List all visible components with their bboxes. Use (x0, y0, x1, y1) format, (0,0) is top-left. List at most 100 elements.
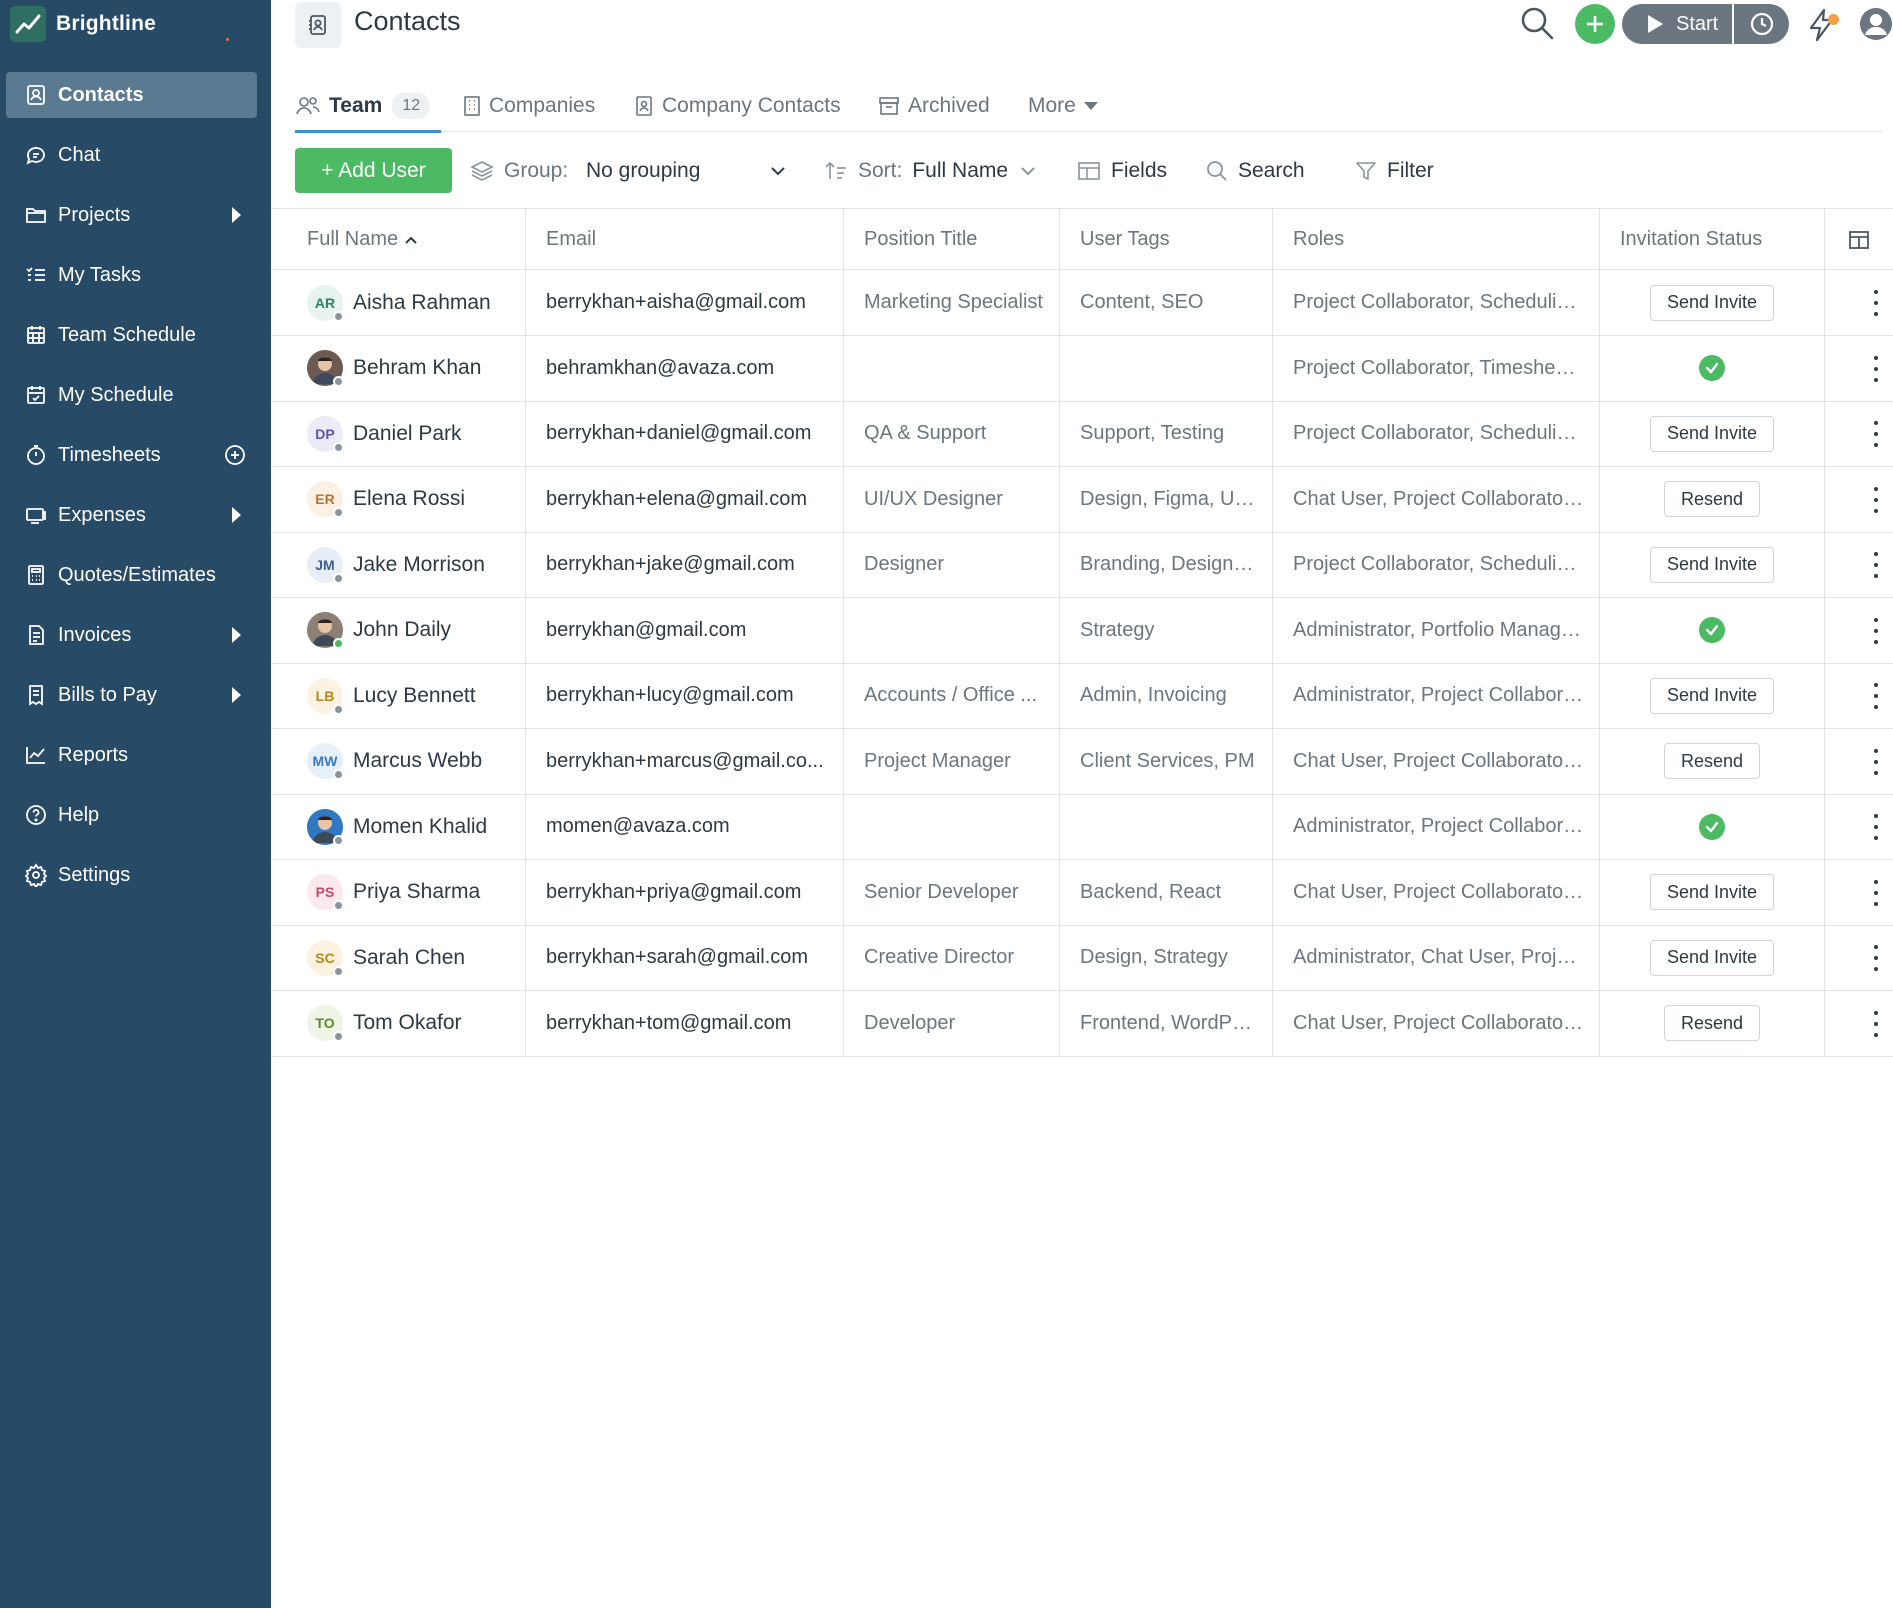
user-profile-icon[interactable] (1859, 6, 1893, 47)
chevron-right-icon[interactable] (232, 627, 241, 643)
group-select[interactable]: No grouping (576, 150, 796, 192)
tab-archived[interactable]: Archived (878, 80, 990, 132)
table-row[interactable]: JM Jake Morrison berrykhan+jake@gmail.com D… (271, 532, 1893, 598)
column-header-invitation-status[interactable]: Invitation Status (1600, 209, 1825, 270)
chevron-right-icon[interactable] (232, 207, 241, 223)
contact-name-link[interactable]: Priya Sharma (353, 880, 480, 904)
tab-company-contacts[interactable]: Company Contacts (634, 80, 841, 132)
global-search-icon[interactable] (1518, 4, 1556, 47)
table-row[interactable]: MW Marcus Webb berrykhan+marcus@gmail.co..… (271, 728, 1893, 795)
table-row[interactable]: TO Tom Okafor berrykhan+tom@gmail.com Devel… (271, 990, 1893, 1057)
email-text[interactable]: berrykhan+elena@gmail.com (546, 488, 807, 511)
resend-invite-button[interactable]: Resend (1663, 1005, 1761, 1041)
sidebar-item-bills-to-pay[interactable]: Bills to Pay (6, 672, 257, 718)
row-actions-kebab-icon[interactable] (1873, 617, 1879, 644)
table-row[interactable]: PS Priya Sharma berrykhan+priya@gmail.com S… (271, 859, 1893, 926)
send-invite-button[interactable]: Send Invite (1649, 415, 1775, 452)
email-text[interactable]: berrykhan+lucy@gmail.com (546, 684, 794, 707)
sidebar-item-my-schedule[interactable]: My Schedule (6, 372, 257, 418)
resend-invite-button[interactable]: Resend (1663, 481, 1761, 517)
sidebar-item-invoices[interactable]: Invoices (6, 612, 257, 658)
email-text[interactable]: berrykhan+priya@gmail.com (546, 881, 801, 904)
row-actions-kebab-icon[interactable] (1873, 552, 1879, 578)
send-invite-button[interactable]: Send Invite (1649, 546, 1775, 583)
table-row[interactable]: Behram Khan behramkhan@avaza.com Project C… (271, 335, 1893, 402)
contact-name-link[interactable]: Marcus Webb (353, 749, 482, 773)
chevron-right-icon[interactable] (232, 507, 241, 523)
contact-name-link[interactable]: Jake Morrison (353, 553, 485, 577)
sidebar-item-team-schedule[interactable]: Team Schedule (6, 312, 257, 358)
row-actions-kebab-icon[interactable] (1873, 486, 1879, 513)
email-text[interactable]: berrykhan+aisha@gmail.com (546, 291, 806, 314)
sidebar-item-reports[interactable]: Reports (6, 732, 257, 778)
contact-name-link[interactable]: Elena Rossi (353, 487, 465, 511)
row-actions-kebab-icon[interactable] (1873, 814, 1879, 840)
start-timer-button[interactable]: Start (1622, 4, 1732, 44)
email-text[interactable]: berrykhan@gmail.com (546, 619, 746, 642)
table-row[interactable]: AR Aisha Rahman berrykhan+aisha@gmail.com M… (271, 270, 1893, 336)
sidebar-item-contacts[interactable]: Contacts (6, 72, 257, 118)
table-row[interactable]: John Daily berrykhan@gmail.com Strategy Adm… (271, 597, 1893, 664)
sidebar-item-expenses[interactable]: Expenses (6, 492, 257, 538)
sidebar-item-my-tasks[interactable]: My Tasks (6, 252, 257, 298)
sidebar-item-timesheets[interactable]: Timesheets (6, 432, 257, 478)
email-text[interactable]: berrykhan+tom@gmail.com (546, 1012, 791, 1035)
column-header-position-title[interactable]: Position Title (844, 209, 1060, 270)
row-actions-kebab-icon[interactable] (1873, 748, 1879, 775)
sidebar-item-settings[interactable]: Settings (6, 852, 257, 898)
email-text[interactable]: berrykhan+jake@gmail.com (546, 553, 795, 576)
filter-button[interactable]: Filter (1355, 148, 1434, 193)
table-row[interactable]: LB Lucy Bennett berrykhan+lucy@gmail.com Ac… (271, 663, 1893, 729)
resend-invite-button[interactable]: Resend (1663, 743, 1761, 779)
row-actions-kebab-icon[interactable] (1873, 1010, 1879, 1037)
contact-name-link[interactable]: John Daily (353, 618, 451, 642)
chevron-right-icon[interactable] (232, 687, 241, 703)
row-actions-kebab-icon[interactable] (1873, 421, 1879, 447)
contact-name-link[interactable]: Tom Okafor (353, 1011, 462, 1035)
contact-name-link[interactable]: Behram Khan (353, 356, 481, 380)
row-actions-kebab-icon[interactable] (1873, 290, 1879, 316)
contact-name-link[interactable]: Momen Khalid (353, 815, 487, 839)
tab-more[interactable]: More (1020, 80, 1098, 132)
column-header-full-name[interactable]: Full Name (271, 209, 526, 270)
fields-button[interactable]: Fields (1077, 148, 1167, 193)
table-row[interactable]: SC Sarah Chen berrykhan+sarah@gmail.com Cre… (271, 925, 1893, 991)
brand[interactable]: Brightline (10, 4, 156, 44)
contact-name-link[interactable]: Daniel Park (353, 422, 462, 446)
send-invite-button[interactable]: Send Invite (1649, 939, 1775, 976)
table-row[interactable]: ER Elena Rossi berrykhan+elena@gmail.com UI… (271, 466, 1893, 533)
send-invite-button[interactable]: Send Invite (1649, 284, 1775, 321)
sort-control[interactable]: Sort: Full Name (824, 148, 1036, 193)
table-row[interactable]: DP Daniel Park berrykhan+daniel@gmail.com Q… (271, 401, 1893, 467)
email-text[interactable]: berrykhan+daniel@gmail.com (546, 422, 811, 445)
contact-name-link[interactable]: Lucy Bennett (353, 684, 476, 708)
column-header-roles[interactable]: Roles (1273, 209, 1600, 270)
contact-name-link[interactable]: Sarah Chen (353, 946, 465, 970)
email-text[interactable]: behramkhan@avaza.com (546, 357, 774, 380)
quick-add-button[interactable] (1575, 4, 1615, 44)
row-actions-kebab-icon[interactable] (1873, 879, 1879, 906)
table-row[interactable]: Momen Khalid momen@avaza.com Administrator… (271, 794, 1893, 860)
email-text[interactable]: berrykhan+marcus@gmail.co... (546, 750, 824, 773)
tab-companies[interactable]: Companies (463, 80, 595, 132)
sidebar-item-projects[interactable]: Projects (6, 192, 257, 238)
column-settings-button[interactable] (1825, 209, 1893, 270)
add-user-button[interactable]: + Add User (295, 148, 452, 193)
add-timesheet-icon[interactable] (223, 443, 247, 472)
send-invite-button[interactable]: Send Invite (1649, 677, 1775, 714)
contact-name-link[interactable]: Aisha Rahman (353, 291, 491, 315)
column-header-user-tags[interactable]: User Tags (1060, 209, 1273, 270)
row-actions-kebab-icon[interactable] (1873, 945, 1879, 971)
sidebar-item-help[interactable]: Help (6, 792, 257, 838)
sidebar-item-quotes-estimates[interactable]: Quotes/Estimates (6, 552, 257, 598)
tab-team[interactable]: Team 12 (295, 80, 441, 133)
email-text[interactable]: momen@avaza.com (546, 815, 730, 838)
timer-history-button[interactable] (1734, 4, 1789, 44)
send-invite-button[interactable]: Send Invite (1649, 874, 1775, 910)
sidebar-item-chat[interactable]: Chat (6, 132, 257, 178)
column-header-email[interactable]: Email (526, 209, 844, 270)
row-actions-kebab-icon[interactable] (1873, 683, 1879, 709)
row-actions-kebab-icon[interactable] (1873, 355, 1879, 382)
email-text[interactable]: berrykhan+sarah@gmail.com (546, 946, 808, 969)
search-button[interactable]: Search (1206, 148, 1305, 193)
